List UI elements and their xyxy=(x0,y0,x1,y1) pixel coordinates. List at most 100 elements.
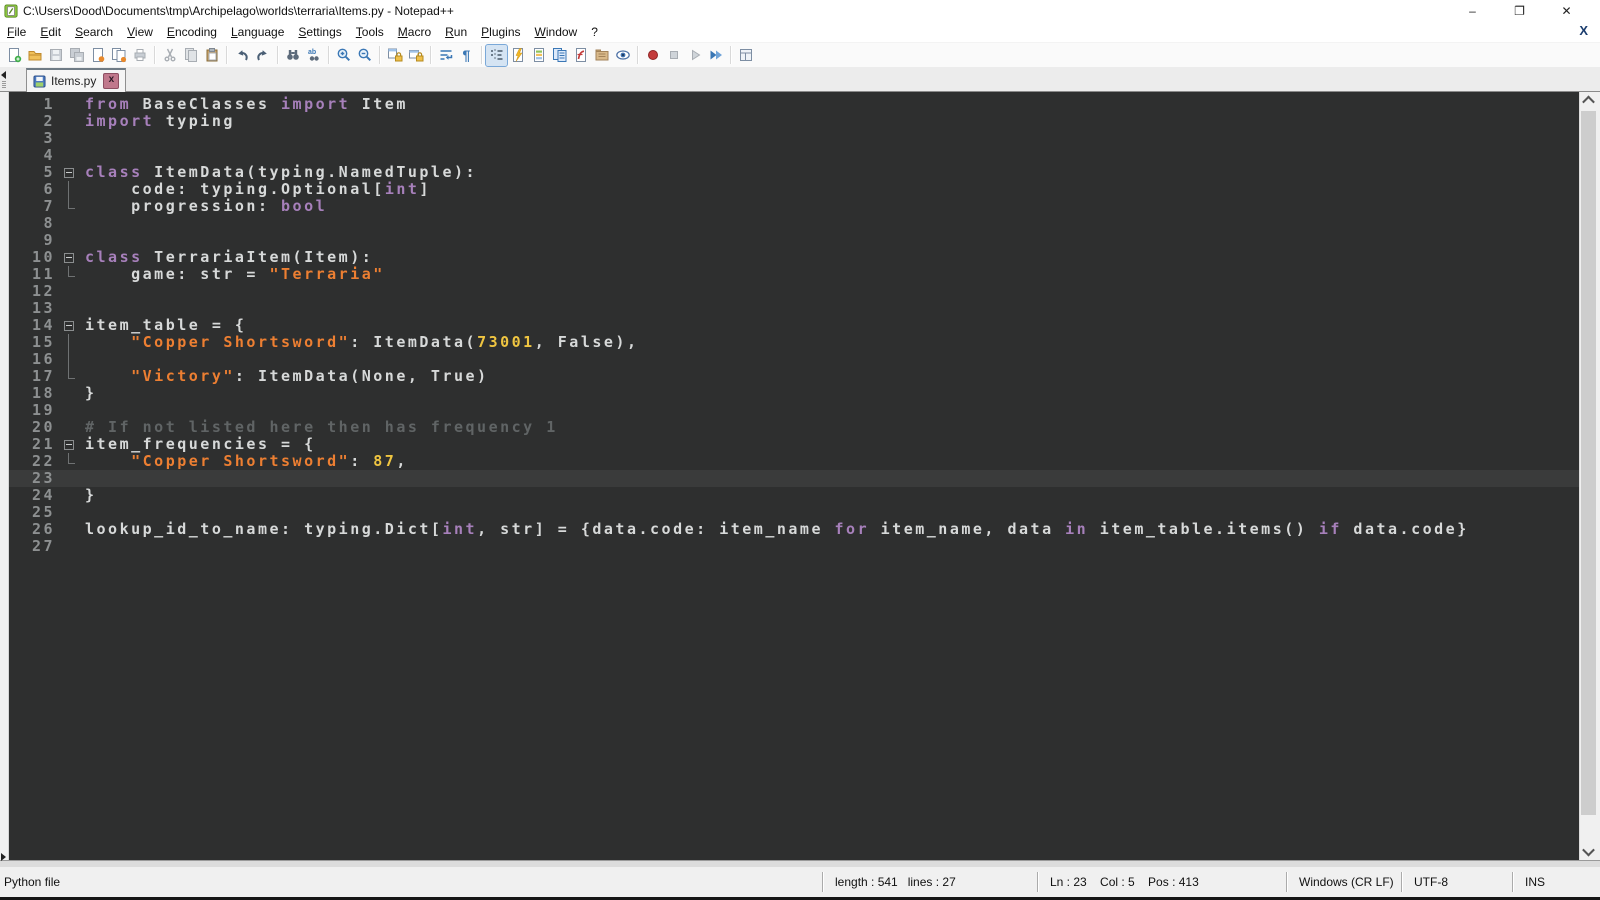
menu-item-search[interactable]: Search xyxy=(68,23,120,41)
save-all-icon[interactable] xyxy=(66,45,87,66)
line-number[interactable]: 23 xyxy=(9,470,55,487)
menu-item-plugins[interactable]: Plugins xyxy=(474,23,527,41)
fold-collapse-icon[interactable] xyxy=(55,436,85,453)
line-number[interactable]: 21 xyxy=(9,436,55,453)
menu-item-view[interactable]: View xyxy=(120,23,160,41)
document-map-icon[interactable] xyxy=(528,45,549,66)
line-number[interactable]: 5 xyxy=(9,164,55,181)
record-macro-icon[interactable] xyxy=(642,45,663,66)
menu-item-tools[interactable]: Tools xyxy=(349,23,391,41)
run-macro-multiple-icon[interactable] xyxy=(705,45,726,66)
paste-icon[interactable] xyxy=(201,45,222,66)
menubar-close-icon[interactable]: X xyxy=(1579,23,1588,38)
monitoring-icon[interactable] xyxy=(612,45,633,66)
line-number[interactable]: 14 xyxy=(9,317,55,334)
line-number[interactable]: 10 xyxy=(9,249,55,266)
show-all-characters-icon[interactable]: ¶ xyxy=(456,45,477,66)
line-number[interactable]: 25 xyxy=(9,504,55,521)
line-number[interactable]: 18 xyxy=(9,385,55,402)
open-file-icon[interactable] xyxy=(24,45,45,66)
close-file-icon[interactable] xyxy=(87,45,108,66)
zoom-out-icon[interactable] xyxy=(354,45,375,66)
line-number[interactable]: 22 xyxy=(9,453,55,470)
line-number[interactable]: 11 xyxy=(9,266,55,283)
menu-item-file[interactable]: File xyxy=(0,23,33,41)
line-number[interactable]: 4 xyxy=(9,147,55,164)
replace-icon[interactable]: ab xyxy=(303,45,324,66)
line-number[interactable]: 20 xyxy=(9,419,55,436)
line-number[interactable]: 24 xyxy=(9,487,55,504)
menu-item-window[interactable]: Window xyxy=(528,23,585,41)
line-number[interactable]: 6 xyxy=(9,181,55,198)
vertical-scrollbar[interactable] xyxy=(1579,92,1597,860)
copy-icon[interactable] xyxy=(180,45,201,66)
line-number[interactable]: 13 xyxy=(9,300,55,317)
restore-button[interactable]: ❐ xyxy=(1496,0,1543,22)
redo-icon[interactable] xyxy=(252,45,273,66)
cut-icon[interactable] xyxy=(159,45,180,66)
line-number[interactable]: 2 xyxy=(9,113,55,130)
function-list-icon[interactable] xyxy=(570,45,591,66)
line-number[interactable]: 27 xyxy=(9,538,55,555)
fold-margin xyxy=(55,130,85,147)
playback-macro-icon[interactable] xyxy=(684,45,705,66)
save-recorded-macro-icon[interactable] xyxy=(735,45,756,66)
close-all-icon[interactable] xyxy=(108,45,129,66)
code-line: 16 xyxy=(9,351,1579,368)
find-icon[interactable] xyxy=(282,45,303,66)
line-number[interactable]: 17 xyxy=(9,368,55,385)
dock-splitter-left[interactable] xyxy=(0,92,9,860)
menu-item-macro[interactable]: Macro xyxy=(391,23,438,41)
fold-collapse-icon[interactable] xyxy=(55,249,85,266)
stop-recording-icon[interactable] xyxy=(663,45,684,66)
document-list-icon[interactable] xyxy=(549,45,570,66)
menu-item-edit[interactable]: Edit xyxy=(33,23,68,41)
fold-collapse-icon[interactable] xyxy=(55,317,85,334)
undo-icon[interactable] xyxy=(231,45,252,66)
menu-item-language[interactable]: Language xyxy=(224,23,291,41)
line-number[interactable]: 15 xyxy=(9,334,55,351)
code-line: 23 xyxy=(9,470,1579,487)
line-number[interactable]: 26 xyxy=(9,521,55,538)
code-editor[interactable]: 1from BaseClasses import Item2import typ… xyxy=(9,92,1579,860)
status-gap xyxy=(0,860,1600,867)
tab-close-icon[interactable]: x xyxy=(103,73,119,89)
toolbar-separator xyxy=(154,46,155,64)
menu-item-help[interactable]: ? xyxy=(584,23,605,41)
code-line: 5class ItemData(typing.NamedTuple): xyxy=(9,164,1579,181)
line-number[interactable]: 1 xyxy=(9,96,55,113)
save-file-icon[interactable] xyxy=(45,45,66,66)
dock-arrow-left-icon[interactable] xyxy=(1,71,6,79)
menu-item-encoding[interactable]: Encoding xyxy=(160,23,224,41)
line-number[interactable]: 16 xyxy=(9,351,55,368)
menu-item-run[interactable]: Run xyxy=(438,23,474,41)
menu-item-settings[interactable]: Settings xyxy=(291,23,348,41)
minimize-button[interactable]: – xyxy=(1449,0,1496,22)
fold-collapse-icon[interactable] xyxy=(55,164,85,181)
line-number[interactable]: 3 xyxy=(9,130,55,147)
tab-items-py[interactable]: Items.py x xyxy=(26,68,126,92)
dock-arrow-bottom-icon[interactable] xyxy=(1,853,6,861)
title-bar[interactable]: C:\Users\Dood\Documents\tmp\Archipelago\… xyxy=(0,0,1600,22)
scroll-down-arrow-icon[interactable] xyxy=(1580,843,1597,860)
line-number[interactable]: 19 xyxy=(9,402,55,419)
scroll-up-arrow-icon[interactable] xyxy=(1580,92,1597,109)
close-button[interactable]: ✕ xyxy=(1543,0,1590,22)
show-indent-guide-icon[interactable] xyxy=(486,45,507,66)
line-number[interactable]: 12 xyxy=(9,283,55,300)
zoom-in-icon[interactable] xyxy=(333,45,354,66)
sync-vertical-scroll-icon[interactable] xyxy=(384,45,405,66)
word-wrap-icon[interactable] xyxy=(435,45,456,66)
user-defined-language-icon[interactable] xyxy=(507,45,528,66)
sync-horizontal-scroll-icon[interactable] xyxy=(405,45,426,66)
print-icon[interactable] xyxy=(129,45,150,66)
line-number[interactable]: 9 xyxy=(9,232,55,249)
code-text: lookup_id_to_name: typing.Dict[int, str]… xyxy=(85,521,1579,538)
folder-as-workspace-icon[interactable] xyxy=(591,45,612,66)
svg-text:ab: ab xyxy=(308,49,316,56)
line-number[interactable]: 8 xyxy=(9,215,55,232)
code-line: 4 xyxy=(9,147,1579,164)
new-file-icon[interactable] xyxy=(3,45,24,66)
line-number[interactable]: 7 xyxy=(9,198,55,215)
scrollbar-thumb[interactable] xyxy=(1581,111,1596,815)
